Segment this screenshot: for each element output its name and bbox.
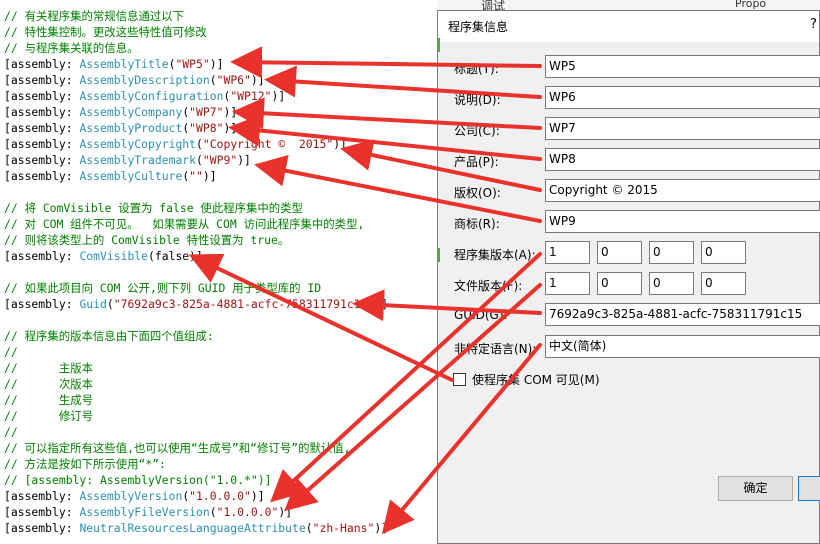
code-editor[interactable]: // 有关程序集的常规信息通过以下 // 特性集控制。更改这些特性值可修改 // 与… xyxy=(0,0,437,544)
com-visible-checkbox[interactable] xyxy=(453,373,466,386)
assembly-version-major[interactable]: 1 xyxy=(545,241,590,264)
code-line: [assembly: NeutralResourcesLanguageAttri… xyxy=(4,521,389,535)
properties-tab[interactable]: Propo xyxy=(735,0,766,10)
file-version-revision[interactable]: 0 xyxy=(701,272,746,295)
code-line: [assembly: AssemblyTrademark("WP9")] xyxy=(4,153,251,167)
change-marker xyxy=(437,38,440,52)
code-line: [assembly: AssemblyVersion("1.0.0.0")] xyxy=(4,489,265,503)
description-input[interactable]: WP6 xyxy=(545,86,820,109)
file-version-label: 文件版本(F): xyxy=(454,279,523,293)
assembly-version-minor[interactable]: 0 xyxy=(597,241,642,264)
com-visible-label[interactable]: 使程序集 COM 可见(M) xyxy=(472,371,600,388)
cancel-button[interactable] xyxy=(798,476,820,501)
title-input[interactable]: WP5 xyxy=(545,55,820,78)
code-line: // 次版本 xyxy=(4,377,94,391)
company-label: 公司(C): xyxy=(454,124,500,138)
code-line: // 方法是按如下所示使用“*”: xyxy=(4,457,166,471)
file-version-build[interactable]: 0 xyxy=(649,272,694,295)
assembly-version-label: 程序集版本(A): xyxy=(454,248,536,262)
copyright-label: 版权(O): xyxy=(454,186,501,200)
neutral-language-select[interactable]: 中文(简体) xyxy=(545,335,820,358)
description-label: 说明(D): xyxy=(454,93,501,107)
copyright-input[interactable]: Copyright © 2015 xyxy=(545,179,820,202)
trademark-label: 商标(R): xyxy=(454,217,500,231)
ok-button[interactable]: 确定 xyxy=(718,476,793,501)
code-line: // xyxy=(4,345,18,359)
code-line: [assembly: AssemblyProduct("WP8")] xyxy=(4,121,238,135)
code-line: [assembly: AssemblyFileVersion("1.0.0.0"… xyxy=(4,505,293,519)
code-line: // 修订号 xyxy=(4,409,94,423)
file-version-minor[interactable]: 0 xyxy=(597,272,642,295)
neutral-language-label: 非特定语言(N): xyxy=(454,342,537,356)
file-version-major[interactable]: 1 xyxy=(545,272,590,295)
code-line: // 对 COM 组件不可见。 如果需要从 COM 访问此程序集中的类型, xyxy=(4,217,365,231)
assembly-info-dialog: 程序集信息 ? 标题(T): WP5 说明(D): WP6 公司(C): WP7… xyxy=(437,10,820,544)
change-marker xyxy=(437,248,440,262)
product-input[interactable]: WP8 xyxy=(545,148,820,171)
code-line: // 与程序集关联的信息。 xyxy=(4,41,139,55)
trademark-input[interactable]: WP9 xyxy=(545,210,820,233)
code-line: [assembly: AssemblyTitle("WP5")] xyxy=(4,57,224,71)
help-button[interactable]: ? xyxy=(810,17,817,32)
assembly-version-build[interactable]: 0 xyxy=(649,241,694,264)
guid-label: GUID(G): xyxy=(454,308,508,322)
code-line: // 则将该类型上的 ComVisible 特性设置为 true。 xyxy=(4,233,290,247)
code-line: // 特性集控制。更改这些特性值可修改 xyxy=(4,25,207,39)
code-line: [assembly: AssemblyCompany("WP7")] xyxy=(4,105,238,119)
code-line: [assembly: AssemblyCopyright("Copyright … xyxy=(4,137,347,151)
code-line: [assembly: AssemblyConfiguration("WP12")… xyxy=(4,89,286,103)
assembly-version-revision[interactable]: 0 xyxy=(701,241,746,264)
code-line: [assembly: ComVisible(false)] xyxy=(4,249,203,263)
dialog-title: 程序集信息 xyxy=(448,20,509,34)
guid-input[interactable]: 7692a9c3-825a-4881-acfc-758311791c15 xyxy=(545,303,820,326)
dialog-titlebar: 程序集信息 ? xyxy=(438,11,819,42)
product-label: 产品(P): xyxy=(454,155,499,169)
code-line: // 程序集的版本信息由下面四个值组成: xyxy=(4,329,214,343)
code-line: [assembly: AssemblyCulture("")] xyxy=(4,169,217,183)
code-line: [assembly: Guid("7692a9c3-825a-4881-acfc… xyxy=(4,297,389,311)
code-line: // 将 ComVisible 设置为 false 使此程序集中的类型 xyxy=(4,201,303,215)
code-line: // 主版本 xyxy=(4,361,94,375)
company-input[interactable]: WP7 xyxy=(545,117,820,140)
code-line: // [assembly: AssemblyVersion("1.0.*")] xyxy=(4,473,272,487)
code-line: // xyxy=(4,425,18,439)
title-label: 标题(T): xyxy=(454,62,499,76)
code-line: [assembly: AssemblyDescription("WP6")] xyxy=(4,73,265,87)
code-line: // 有关程序集的常规信息通过以下 xyxy=(4,9,185,23)
code-line: // 可以指定所有这些值,也可以使用“生成号”和“修订号”的默认值, xyxy=(4,441,351,455)
code-line: // 生成号 xyxy=(4,393,94,407)
code-line: // 如果此项目向 COM 公开,则下列 GUID 用于类型库的 ID xyxy=(4,281,322,295)
